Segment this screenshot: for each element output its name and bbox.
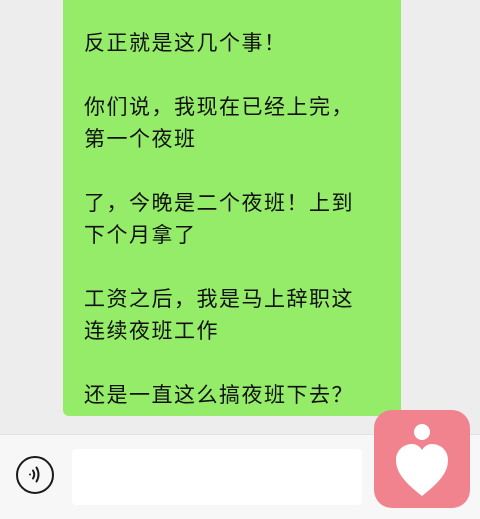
heart-logo-icon <box>374 410 470 508</box>
message-bubble[interactable]: 反正就是这几个事！ 你们说，我现在已经上完， 第一个夜班 了，今晚是二个夜班！上… <box>63 0 401 416</box>
message-line: 反正就是这几个事！ <box>84 31 287 55</box>
message-line: 下个月拿了 <box>84 223 197 247</box>
message-input[interactable] <box>72 449 362 505</box>
message-line: 第一个夜班 <box>84 127 197 151</box>
message-line: 工资之后，我是马上辞职这 <box>84 287 354 311</box>
voice-button[interactable] <box>16 456 54 494</box>
message-line: 连续夜班工作 <box>84 319 219 343</box>
message-line: 还是一直这么搞夜班下去？ <box>84 383 354 407</box>
message-line: 了，今晚是二个夜班！上到 <box>84 191 354 215</box>
chat-area: 反正就是这几个事！ 你们说，我现在已经上完， 第一个夜班 了，今晚是二个夜班！上… <box>0 0 480 434</box>
message-line: 你们说，我现在已经上完， <box>84 95 354 119</box>
voice-icon <box>29 466 40 483</box>
